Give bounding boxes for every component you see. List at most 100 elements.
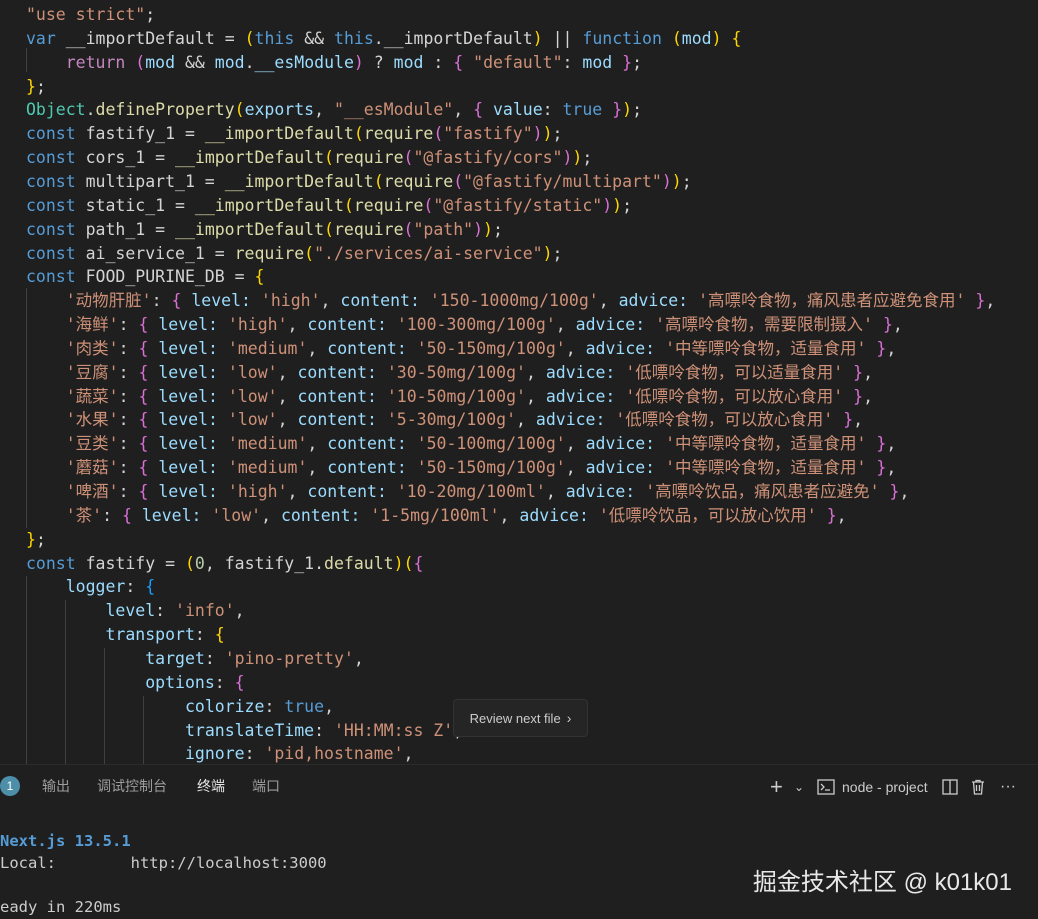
code-token: mod: [214, 52, 245, 72]
code-token: advice:: [618, 291, 699, 311]
more-icon[interactable]: ···: [1000, 765, 1016, 809]
code-token: const: [26, 553, 76, 573]
code-token: advice:: [519, 505, 599, 525]
code-token: }: [975, 291, 986, 311]
code-token: __importDefault: [175, 148, 325, 168]
code-token: }: [853, 386, 864, 406]
code-token: ;: [582, 148, 593, 168]
code-token: "fastify": [443, 124, 533, 144]
code-token: '豆类': [65, 434, 119, 454]
code-token: "@fastify/multipart": [463, 171, 662, 191]
code-token: ,: [307, 434, 328, 454]
code-line: };: [26, 75, 46, 99]
code-token: __importDefault: [194, 195, 344, 215]
code-token: '低嘌呤食物，可以放心食用': [615, 410, 834, 430]
split-icon[interactable]: [942, 765, 958, 809]
code-token: =: [224, 28, 235, 48]
code-token: ,: [499, 505, 520, 525]
code-token: ): [473, 219, 483, 239]
code-token: require: [333, 219, 404, 239]
code-token: 'low': [227, 362, 278, 382]
tab-output[interactable]: 输出: [42, 765, 70, 809]
code-token: ,: [324, 696, 334, 716]
code-token: content:: [297, 410, 387, 430]
code-token: mod: [681, 28, 712, 48]
code-token: (: [304, 243, 315, 263]
code-line: '茶': { level: 'low', content: '1-5mg/100…: [26, 504, 847, 528]
code-token: require: [333, 148, 404, 168]
code-line: ignore: 'pid,hostname',: [26, 742, 414, 764]
code-token: (: [135, 52, 146, 72]
code-token: '蘑菇': [65, 458, 119, 478]
code-line: const ai_service_1 = require("./services…: [26, 242, 562, 266]
code-token: ,: [598, 291, 619, 311]
code-token: var: [26, 28, 56, 48]
code-token: {: [138, 338, 149, 358]
code-token: :: [562, 52, 583, 72]
trash-icon[interactable]: [970, 765, 986, 809]
tab-terminal[interactable]: 终端: [187, 765, 235, 809]
code-token: require: [353, 195, 424, 215]
code-token: 0: [194, 553, 205, 573]
plus-icon[interactable]: +: [770, 765, 783, 809]
code-token: multipart_1 =: [75, 171, 225, 191]
code-token: :: [125, 577, 146, 597]
code-token: content:: [307, 315, 397, 335]
code-token: "use strict": [26, 5, 146, 24]
code-token: '50-100mg/100g': [416, 434, 566, 454]
code-token: '100-300mg/100g': [396, 315, 556, 335]
code-token: path_1 =: [75, 219, 176, 239]
code-token: advice:: [535, 410, 616, 430]
code-token: cors_1 =: [75, 148, 176, 168]
code-token: :: [214, 672, 235, 692]
code-line: '海鲜': { level: 'high', content: '100-300…: [26, 313, 903, 337]
code-token: '低嘌呤饮品，可以放心饮用': [598, 505, 817, 525]
code-token: '豆腐': [65, 362, 119, 382]
code-token: const: [26, 195, 76, 215]
code-token: 'low': [227, 410, 278, 430]
code-line: '水果': { level: 'low', content: '5-30mg/1…: [26, 408, 863, 432]
code-token: ): [572, 148, 583, 168]
code-token: ;: [632, 52, 643, 72]
code-token: }: [882, 315, 893, 335]
code-token: content:: [327, 338, 417, 358]
code-token: __importDefault: [204, 124, 354, 144]
code-token: ;: [622, 195, 633, 215]
panel-tab-bar: 1 输出 调试控制台 终端 端口 + ⌄ node - project ···: [0, 764, 1038, 809]
problems-badge[interactable]: 1: [0, 776, 20, 796]
code-token: ,: [516, 410, 536, 430]
code-token: ): [483, 219, 493, 239]
code-token: ignore: [184, 744, 245, 764]
code-token: defineProperty: [95, 100, 235, 120]
code-token: return: [65, 52, 126, 72]
code-token: }: [26, 529, 36, 549]
code-token: ): [562, 148, 573, 168]
code-token: ,: [234, 601, 245, 621]
code-token: (: [324, 148, 334, 168]
code-token: level:: [148, 434, 228, 454]
code-token: ,: [277, 386, 298, 406]
code-token: ): [671, 171, 682, 191]
review-next-file-button[interactable]: Review next file ›: [453, 699, 588, 737]
code-token: ,: [403, 744, 414, 764]
tab-debug-console[interactable]: 调试控制台: [97, 765, 167, 809]
code-token: '150-1000mg/100g': [429, 291, 599, 311]
code-token: ,: [277, 410, 298, 430]
terminal-name[interactable]: node - project: [842, 765, 928, 809]
code-token: ): [711, 28, 722, 48]
chevron-down-icon[interactable]: ⌄: [794, 765, 804, 809]
code-token: translateTime: [184, 720, 315, 740]
code-token: {: [138, 315, 149, 335]
code-token: __importDefault: [175, 219, 325, 239]
code-token: :: [423, 52, 454, 72]
code-token: ,: [261, 505, 281, 525]
code-editor[interactable]: "use strict"; var __importDefault = (this…: [0, 0, 1038, 764]
tab-ports[interactable]: 端口: [252, 765, 280, 809]
